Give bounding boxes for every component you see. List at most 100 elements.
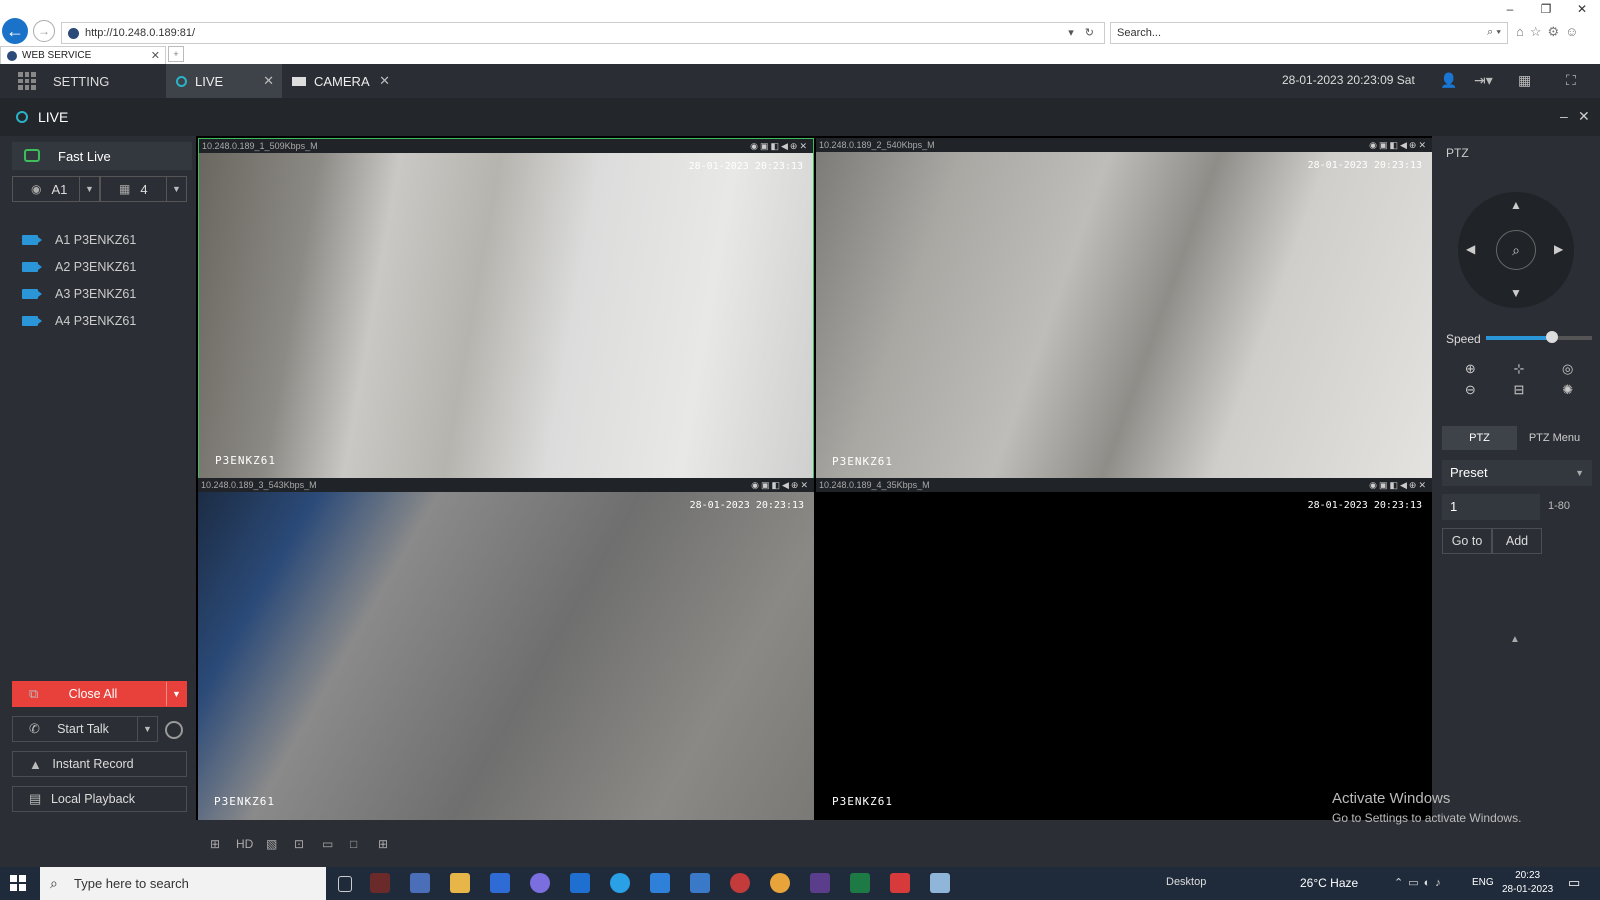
app-icon[interactable] <box>810 873 830 893</box>
forward-button[interactable]: → <box>33 20 55 42</box>
fullscreen-icon[interactable]: ⛶ <box>1566 72 1576 89</box>
windows-start-icon[interactable] <box>10 875 26 891</box>
taskbar-clock[interactable]: 20:23 28-01-2023 <box>1502 869 1553 897</box>
ptz-left-icon[interactable]: ◀ <box>1466 242 1475 256</box>
aspect-ratio-icon[interactable]: ⊞ <box>210 837 220 851</box>
camera-list-item[interactable]: A4 P3ENKZ61 <box>22 310 136 332</box>
focus-far-icon[interactable]: ⊟ <box>1495 379 1544 400</box>
tab-ptz-menu[interactable]: PTZ Menu <box>1517 426 1592 450</box>
minimize-button[interactable]: – <box>1492 2 1528 20</box>
window-layout-icon[interactable]: ▭ <box>322 837 333 851</box>
menu-grid-icon[interactable] <box>18 72 36 90</box>
close-tab-camera-icon[interactable]: ✕ <box>379 73 390 89</box>
app-icon[interactable] <box>890 873 910 893</box>
new-tab-button[interactable]: + <box>168 46 184 62</box>
zoom-out-icon[interactable]: ⊖ <box>1446 379 1495 400</box>
account-select[interactable]: ◉ A1 ▼ <box>12 176 100 202</box>
fit-icon[interactable]: ⊡ <box>294 837 304 851</box>
ptz-down-icon[interactable]: ▼ <box>1510 286 1522 300</box>
desktop-toolbar-label[interactable]: Desktop <box>1166 876 1206 888</box>
video-pane[interactable]: 10.248.0.189_3_543Kbps_M ◉▣◧◀⊕✕ 28-01-20… <box>198 478 814 820</box>
collapse-icon[interactable]: ▲ <box>1510 634 1520 645</box>
quad-view-icon[interactable]: ⊞ <box>378 837 388 851</box>
language-indicator[interactable]: ENG <box>1472 877 1494 888</box>
pane-controls-icons[interactable]: ◉▣◧◀⊕✕ <box>1369 478 1428 492</box>
task-view-icon[interactable] <box>338 876 352 892</box>
tab-ptz[interactable]: PTZ <box>1442 426 1517 450</box>
chevron-down-icon[interactable]: ▼ <box>166 682 186 706</box>
mail-icon[interactable] <box>650 873 670 893</box>
tab-live[interactable]: LIVE ✕ <box>166 64 282 98</box>
app-icon[interactable] <box>410 873 430 893</box>
tab-camera[interactable]: CAMERA ✕ <box>284 64 398 98</box>
smooth-icon[interactable]: ▧ <box>266 837 277 851</box>
goto-button[interactable]: Go to <box>1442 528 1492 554</box>
refresh-icon[interactable]: ▾ ↻ <box>1068 26 1098 39</box>
preset-select[interactable]: Preset ▼ <box>1442 460 1592 486</box>
instant-record-button[interactable]: ▲ Instant Record <box>12 751 187 777</box>
speed-slider-handle[interactable] <box>1546 331 1559 343</box>
speed-slider[interactable] <box>1486 331 1592 343</box>
layout-icon[interactable]: ▦ <box>1518 72 1531 89</box>
single-view-icon[interactable]: □ <box>350 837 357 851</box>
close-tab-live-icon[interactable]: ✕ <box>263 73 274 89</box>
close-panel-icon[interactable]: ✕ <box>1578 108 1590 125</box>
ptz-up-icon[interactable]: ▲ <box>1510 198 1522 212</box>
maximize-button[interactable]: ❐ <box>1528 2 1564 20</box>
video-pane[interactable]: 10.248.0.189_2_540Kbps_M ◉▣◧◀⊕✕ 28-01-20… <box>816 138 1432 480</box>
iris-open-icon[interactable]: ◎ <box>1543 358 1592 379</box>
camera-list-item[interactable]: A1 P3ENKZ61 <box>22 229 136 251</box>
hd-button[interactable]: HD <box>236 837 253 851</box>
store-icon[interactable] <box>490 873 510 893</box>
app-icon[interactable] <box>370 873 390 893</box>
teams-icon[interactable] <box>530 873 550 893</box>
iris-close-icon[interactable]: ✺ <box>1543 379 1592 400</box>
ptz-zoom-area-icon[interactable]: ⌕ <box>1496 230 1536 270</box>
pane-controls-icons[interactable]: ◉▣◧◀⊕✕ <box>751 478 810 492</box>
close-tab-icon[interactable]: ✕ <box>151 49 160 62</box>
chevron-down-icon[interactable]: ▼ <box>137 717 157 741</box>
camera-list-item[interactable]: A3 P3ENKZ61 <box>22 283 136 305</box>
outlook-icon[interactable] <box>570 873 590 893</box>
close-window-button[interactable]: ✕ <box>1564 2 1600 20</box>
fast-live-button[interactable]: Fast Live <box>12 142 192 170</box>
preset-number-input[interactable]: 1 <box>1442 494 1540 520</box>
browser-tools-icons[interactable]: ⌂☆⚙☺ <box>1516 24 1584 40</box>
zoom-in-icon[interactable]: ⊕ <box>1446 358 1495 379</box>
user-icon[interactable]: 👤 <box>1440 72 1457 89</box>
video-pane[interactable]: 10.248.0.189_4_35Kbps_M ◉▣◧◀⊕✕ 28-01-202… <box>816 478 1432 820</box>
start-talk-button[interactable]: ✆ Start Talk ▼ <box>12 716 158 742</box>
setting-menu[interactable]: SETTING <box>53 74 109 89</box>
camera-list-item[interactable]: A2 P3ENKZ61 <box>22 256 136 278</box>
taskbar-search-input[interactable]: ⌕ Type here to search <box>40 867 326 900</box>
excel-icon[interactable] <box>850 873 870 893</box>
talk-status-indicator[interactable] <box>165 721 183 739</box>
browser-tab[interactable]: WEB SERVICE ✕ <box>0 46 166 64</box>
pane-controls-icons[interactable]: ◉▣◧◀⊕✕ <box>1369 138 1428 152</box>
system-tray-icons[interactable]: ⌃▭◐♪ <box>1394 876 1446 889</box>
browser-search-input[interactable]: Search... ⌕ ▾ <box>1110 22 1508 44</box>
close-all-button[interactable]: ⧉ Close All ▼ <box>12 681 187 707</box>
app-icon[interactable] <box>690 873 710 893</box>
chevron-down-icon[interactable]: ▼ <box>166 177 186 201</box>
minimize-panel-icon[interactable]: – <box>1560 108 1568 124</box>
address-bar[interactable]: http://10.248.0.189:81/ ▾ ↻ <box>61 22 1105 44</box>
chevron-down-icon[interactable]: ▼ <box>79 177 99 201</box>
pane-controls-icons[interactable]: ◉▣◧◀⊕✕ <box>750 139 809 153</box>
internet-explorer-icon[interactable] <box>610 873 630 893</box>
app-icon[interactable] <box>730 873 750 893</box>
add-preset-button[interactable]: Add <box>1492 528 1542 554</box>
ptz-right-icon[interactable]: ▶ <box>1554 242 1563 256</box>
split-select[interactable]: ▦ 4 ▼ <box>100 176 187 202</box>
focus-near-icon[interactable]: ⊹ <box>1495 358 1544 379</box>
logout-icon[interactable]: ⇥▾ <box>1474 72 1493 89</box>
local-playback-button[interactable]: ▤ Local Playback <box>12 786 187 812</box>
chrome-icon[interactable] <box>770 873 790 893</box>
video-pane[interactable]: 10.248.0.189_1_509Kbps_M ◉▣◧◀⊕✕ 28-01-20… <box>198 138 814 480</box>
chevron-down-icon[interactable]: ▼ <box>1575 460 1584 486</box>
file-explorer-icon[interactable] <box>450 873 470 893</box>
back-button[interactable]: ← <box>2 18 28 44</box>
notification-icon[interactable]: ▭ <box>1568 875 1580 891</box>
ptz-direction-pad[interactable]: ▲ ▼ ◀ ▶ ⌕ <box>1458 192 1574 308</box>
weather-widget[interactable]: 26°C Haze <box>1300 876 1358 890</box>
